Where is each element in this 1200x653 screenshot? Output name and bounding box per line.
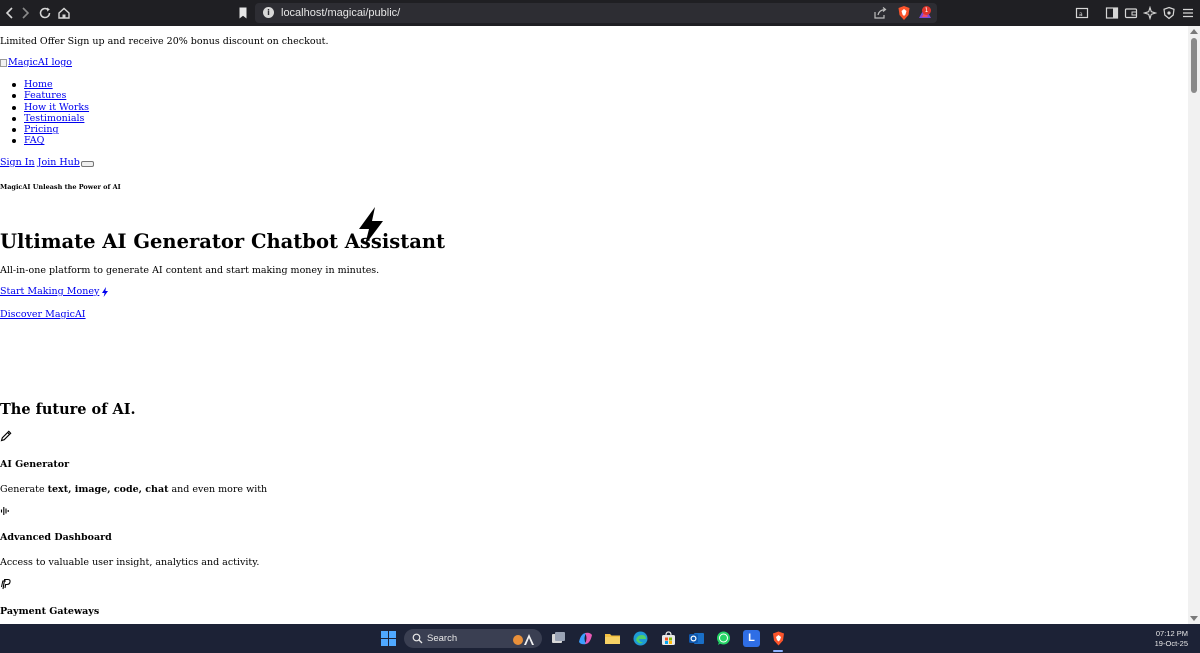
- file-explorer-icon[interactable]: [604, 630, 621, 647]
- page-scrollbar[interactable]: [1188, 26, 1200, 624]
- nav-link-testimonials[interactable]: Testimonials: [24, 113, 84, 124]
- pencil-icon: [0, 430, 12, 442]
- logo-link[interactable]: MagicAI logo: [0, 57, 72, 68]
- address-bar[interactable]: i localhost/magicai/public/ 1: [255, 3, 937, 23]
- sidebar-icon: [1105, 7, 1119, 19]
- nav-item-faq: FAQ: [0, 135, 89, 146]
- feature-title-ai-generator: AI Generator: [0, 459, 70, 470]
- paypal-icon: [1, 578, 11, 590]
- address-url[interactable]: localhost/magicai/public/: [281, 6, 400, 20]
- page-viewport: Limited Offer Sign up and receive 20% bo…: [0, 26, 1188, 624]
- wallet-button[interactable]: [1124, 5, 1140, 21]
- taskbar-clock[interactable]: 07:12 PM 19-Oct-25: [1155, 629, 1188, 649]
- main-menu-button[interactable]: [1181, 5, 1197, 21]
- leo-ai-button[interactable]: [1142, 5, 1159, 21]
- nav-link-faq[interactable]: FAQ: [24, 135, 44, 146]
- sidebar-toggle-button[interactable]: [1105, 5, 1121, 21]
- taskbar-search-placeholder: Search: [427, 633, 458, 644]
- reader-mode-icon: a: [1075, 7, 1089, 19]
- bookmark-button[interactable]: [234, 4, 252, 22]
- back-arrow-icon: [5, 7, 13, 19]
- start-making-money-label: Start Making Money: [0, 286, 100, 297]
- nav-link-features[interactable]: Features: [24, 90, 66, 101]
- nav-item-testimonials: Testimonials: [0, 113, 89, 124]
- join-hub-link[interactable]: Join Hub: [38, 157, 80, 168]
- svg-text:a: a: [1079, 11, 1083, 18]
- task-view-icon[interactable]: [550, 630, 567, 647]
- brave-icon[interactable]: [770, 630, 787, 647]
- taskbar-search[interactable]: Search: [404, 629, 542, 648]
- nav-item-home: Home: [0, 79, 89, 90]
- site-info-icon[interactable]: i: [263, 7, 274, 18]
- forward-button[interactable]: [16, 4, 34, 22]
- hero-subtitle: All-in-one platform to generate AI conte…: [0, 265, 380, 276]
- feature-title-advanced-dashboard: Advanced Dashboard: [0, 532, 112, 543]
- home-button[interactable]: [55, 4, 73, 22]
- hamburger-menu-icon: [1183, 8, 1193, 18]
- hero-eyebrow: MagicAI Unleash the Power of AI: [0, 183, 121, 191]
- rewards-badge: 1: [922, 6, 931, 15]
- auth-links: Sign In Join Hub: [0, 157, 94, 168]
- home-icon: [58, 7, 70, 19]
- reader-mode-button[interactable]: a: [1075, 5, 1091, 21]
- lightning-bolt-icon: [359, 207, 383, 245]
- wallet-icon: [1124, 8, 1138, 19]
- outlook-icon[interactable]: [688, 630, 705, 647]
- store-icon[interactable]: [660, 630, 677, 647]
- brave-rewards-button[interactable]: 1: [917, 5, 933, 21]
- vpn-button[interactable]: [1162, 5, 1178, 21]
- logo-alt-text: MagicAI logo: [8, 57, 73, 68]
- vpn-shield-icon: [1163, 6, 1175, 20]
- main-nav: Home Features How it Works Testimonials …: [0, 79, 89, 147]
- clock-date: 19-Oct-25: [1154, 639, 1188, 648]
- search-icon: [412, 633, 423, 644]
- feature-title-payment-gateways: Payment Gateways: [0, 606, 100, 617]
- start-icon[interactable]: [380, 630, 397, 647]
- brave-shields-icon[interactable]: [897, 5, 911, 21]
- feature-desc-ai-generator: Generate text, image, code, chat and eve…: [0, 484, 268, 495]
- waveform-icon: [0, 507, 9, 515]
- windows-taskbar: Search L 07:12 PM 19-Oct-25: [0, 624, 1200, 653]
- nav-item-how-it-works: How it Works: [0, 102, 89, 113]
- clock-time: 07:12 PM: [1155, 629, 1188, 638]
- edge-icon[interactable]: [632, 630, 649, 647]
- nav-link-how-it-works[interactable]: How it Works: [24, 102, 89, 113]
- small-lightning-icon: [102, 286, 109, 297]
- nav-item-features: Features: [0, 90, 89, 101]
- mobile-menu-toggle-button[interactable]: [80, 161, 94, 167]
- offer-banner: Limited Offer Sign up and receive 20% bo…: [0, 36, 329, 47]
- nav-link-pricing[interactable]: Pricing: [24, 124, 59, 135]
- nav-item-pricing: Pricing: [0, 124, 89, 135]
- forward-arrow-icon: [22, 7, 30, 19]
- start-making-money-link[interactable]: Start Making Money: [0, 286, 109, 297]
- scrollbar-thumb[interactable]: [1191, 38, 1197, 93]
- broken-image-icon: [0, 58, 7, 67]
- search-highlight-icon: [513, 634, 534, 645]
- l-app-icon[interactable]: L: [743, 630, 760, 647]
- feature-desc-advanced-dashboard: Access to valuable user insight, analyti…: [0, 557, 260, 568]
- leo-ai-icon: [1142, 5, 1158, 21]
- nav-link-home[interactable]: Home: [24, 79, 53, 90]
- copilot-icon[interactable]: [577, 630, 594, 647]
- reload-button[interactable]: [36, 4, 54, 22]
- browser-toolbar: i localhost/magicai/public/ 1 a: [0, 0, 1200, 26]
- active-app-indicator: [773, 650, 783, 652]
- scroll-down-arrow-icon[interactable]: [1190, 616, 1198, 621]
- future-section-title: The future of AI.: [0, 401, 136, 418]
- scroll-up-arrow-icon[interactable]: [1190, 29, 1198, 34]
- whatsapp-icon[interactable]: [715, 630, 732, 647]
- discover-magicai-link[interactable]: Discover MagicAI: [0, 309, 86, 320]
- bookmark-icon: [239, 7, 247, 19]
- share-icon[interactable]: [873, 6, 887, 20]
- reload-icon: [39, 7, 51, 19]
- sign-in-link[interactable]: Sign In: [0, 157, 35, 168]
